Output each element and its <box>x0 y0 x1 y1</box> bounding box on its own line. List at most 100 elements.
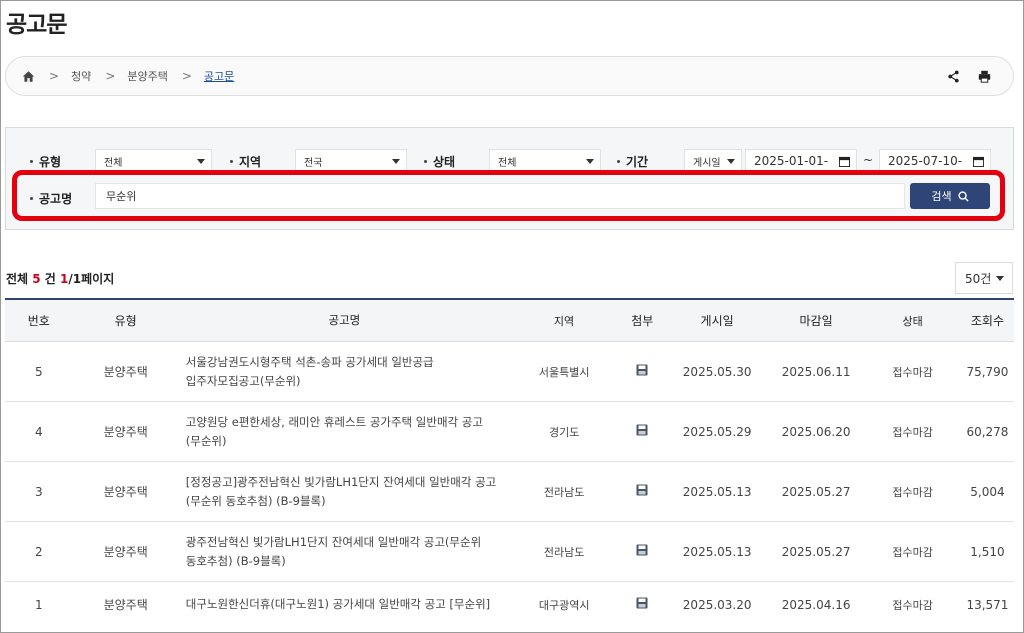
header-post-date: 게시일 <box>700 314 734 328</box>
row-no: 3 <box>34 484 43 499</box>
breadcrumb-tools <box>947 57 991 95</box>
header-no: 번호 <box>27 314 50 328</box>
result-summary: 전체 5 건 1/1페이지 <box>6 272 115 286</box>
table-row[interactable]: 1 분양주택 대구노원한신더휴(대구노원1) 공가세대 일반매각 공고 [무순위] 대… <box>5 582 1014 627</box>
breadcrumb-item-sale-housing[interactable]: 분양주택 <box>127 68 167 84</box>
header-type: 유형 <box>114 314 137 328</box>
row-status: 접수마감 <box>892 425 933 439</box>
row-type: 분양주택 <box>103 485 148 499</box>
row-region: 전라남도 <box>543 545 585 559</box>
calendar-icon[interactable] <box>839 156 850 167</box>
search-button[interactable]: 검색 <box>910 183 990 209</box>
chevron-right-icon: > <box>181 69 192 83</box>
row-type: 분양주택 <box>103 545 148 559</box>
breadcrumb-item-subscription[interactable]: 청약 <box>71 68 91 84</box>
row-type: 분양주택 <box>103 425 148 439</box>
page-size-select[interactable]: 50건 <box>955 262 1013 294</box>
row-region: 대구광역시 <box>538 598 590 612</box>
floppy-disk-icon[interactable] <box>618 544 666 559</box>
row-region: 경기도 <box>548 425 580 439</box>
print-icon[interactable] <box>978 70 991 83</box>
row-title-link[interactable]: [정정공고]광주전남혁신 빛가람LH1단지 잔여세대 일반매각 공고 (무순위 동… <box>179 473 510 511</box>
breadcrumb-current[interactable]: 공고문 <box>204 68 234 84</box>
row-status: 접수마감 <box>892 545 933 559</box>
row-post-date: 2025.05.30 <box>682 364 752 379</box>
caret-down-icon <box>392 159 400 164</box>
row-due-date: 2025.05.27 <box>781 484 851 499</box>
row-status: 접수마감 <box>892 485 933 499</box>
table-row[interactable]: 3 분양주택 [정정공고]광주전남혁신 빛가람LH1단지 잔여세대 일반매각 공고 (… <box>5 462 1014 522</box>
row-post-date: 2025.05.13 <box>682 544 752 559</box>
row-post-date: 2025.05.13 <box>682 484 752 499</box>
table-row[interactable]: 5 분양주택 서울강남권도시형주택 석촌-송파 공가세대 일반공급입주자모집공고(무… <box>5 342 1014 402</box>
row-views: 5,004 <box>970 484 1005 499</box>
row-title-line-2: (무순위) <box>185 433 227 448</box>
row-title-line-2: 입주자모집공고(무순위) <box>185 373 301 388</box>
date-separator: ~ <box>863 153 874 167</box>
row-due-date: 2025.06.11 <box>781 364 851 379</box>
header-region: 지역 <box>553 314 575 328</box>
floppy-disk-icon[interactable] <box>618 484 666 499</box>
table-header: 번호 유형 공고명 지역 첨부 게시일 마감일 상태 조회수 <box>5 298 1014 342</box>
table-row[interactable]: 4 분양주택 고양원당 e편한세상, 래미안 휴레스트 공가주택 일반매각 공고 (무… <box>5 402 1014 462</box>
row-views: 13,571 <box>966 597 1009 612</box>
floppy-disk-icon[interactable] <box>618 597 666 612</box>
row-status: 접수마감 <box>892 365 933 379</box>
row-status: 접수마감 <box>892 598 933 612</box>
row-no: 4 <box>34 424 43 439</box>
notice-title-label: 공고명 <box>30 190 72 207</box>
notice-title-input[interactable]: 무순위 <box>95 183 905 209</box>
page-title: 공고문 <box>6 12 67 38</box>
row-title-line-1: [정정공고]광주전남혁신 빛가람LH1단지 잔여세대 일반매각 공고 <box>185 474 497 489</box>
row-title-link[interactable]: 서울강남권도시형주택 석촌-송파 공가세대 일반공급입주자모집공고(무순위) <box>179 353 510 391</box>
row-due-date: 2025.06.20 <box>781 424 851 439</box>
breadcrumb-bar: > 청약 > 분양주택 > 공고문 <box>5 56 1014 96</box>
row-views: 75,790 <box>966 364 1009 379</box>
row-title-link[interactable]: 고양원당 e편한세상, 래미안 휴레스트 공가주택 일반매각 공고 (무순위) <box>179 413 510 451</box>
row-title-line-2: 동호추첨) (B-9블록) <box>185 553 286 568</box>
notice-table: 번호 유형 공고명 지역 첨부 게시일 마감일 상태 조회수 5 분양주택 서울강남… <box>5 298 1014 627</box>
row-title-line-1: 대구노원한신더휴(대구노원1) 공가세대 일반매각 공고 [무순위] <box>185 597 491 611</box>
row-due-date: 2025.05.27 <box>781 544 851 559</box>
header-attachment: 첨부 <box>631 314 654 328</box>
row-region: 전라남도 <box>543 485 585 499</box>
row-post-date: 2025.03.20 <box>682 597 752 612</box>
row-post-date: 2025.05.29 <box>682 424 752 439</box>
status-label: 상태 <box>424 153 455 170</box>
row-type: 분양주택 <box>103 598 148 612</box>
caret-down-icon <box>197 159 205 164</box>
header-views: 조회수 <box>970 314 1005 328</box>
row-no: 5 <box>34 364 43 379</box>
chevron-right-icon: > <box>105 69 116 83</box>
calendar-icon[interactable] <box>973 156 984 167</box>
floppy-disk-icon[interactable] <box>618 364 666 379</box>
table-row[interactable]: 2 분양주택 광주전남혁신 빛가람LH1단지 잔여세대 일반매각 공고(무순위 동호추… <box>5 522 1014 582</box>
table-body: 5 분양주택 서울강남권도시형주택 석촌-송파 공가세대 일반공급입주자모집공고(무… <box>5 342 1014 627</box>
row-views: 60,278 <box>966 424 1009 439</box>
row-type: 분양주택 <box>103 365 148 379</box>
chevron-right-icon: > <box>49 69 60 83</box>
type-label: 유형 <box>30 153 61 170</box>
share-icon[interactable] <box>947 70 960 83</box>
header-due-date: 마감일 <box>799 314 833 328</box>
row-title-link[interactable]: 대구노원한신더휴(대구노원1) 공가세대 일반매각 공고 [무순위] <box>179 595 510 614</box>
row-title-line-1: 광주전남혁신 빛가람LH1단지 잔여세대 일반매각 공고(무순위 <box>185 534 482 549</box>
region-label: 지역 <box>230 153 261 170</box>
row-views: 1,510 <box>970 544 1005 559</box>
row-no: 1 <box>34 597 43 612</box>
row-title-line-1: 서울강남권도시형주택 석촌-송파 공가세대 일반공급 <box>185 354 434 369</box>
floppy-disk-icon[interactable] <box>618 424 666 439</box>
search-icon <box>958 190 969 202</box>
caret-down-icon <box>996 276 1004 281</box>
row-title-line-1: 고양원당 e편한세상, 래미안 휴레스트 공가주택 일반매각 공고 <box>185 414 483 429</box>
search-button-label: 검색 <box>931 190 952 203</box>
period-label: 기간 <box>617 153 648 170</box>
header-title: 공고명 <box>328 313 361 327</box>
row-region: 서울특별시 <box>538 365 590 379</box>
row-title-line-2: (무순위 동호추첨) (B-9블록) <box>185 493 326 508</box>
breadcrumb: > 청약 > 분양주택 > 공고문 <box>22 57 234 95</box>
caret-down-icon <box>586 159 594 164</box>
row-title-link[interactable]: 광주전남혁신 빛가람LH1단지 잔여세대 일반매각 공고(무순위동호추첨) (B… <box>179 533 510 571</box>
home-icon[interactable] <box>22 70 35 83</box>
header-status: 상태 <box>902 314 923 328</box>
